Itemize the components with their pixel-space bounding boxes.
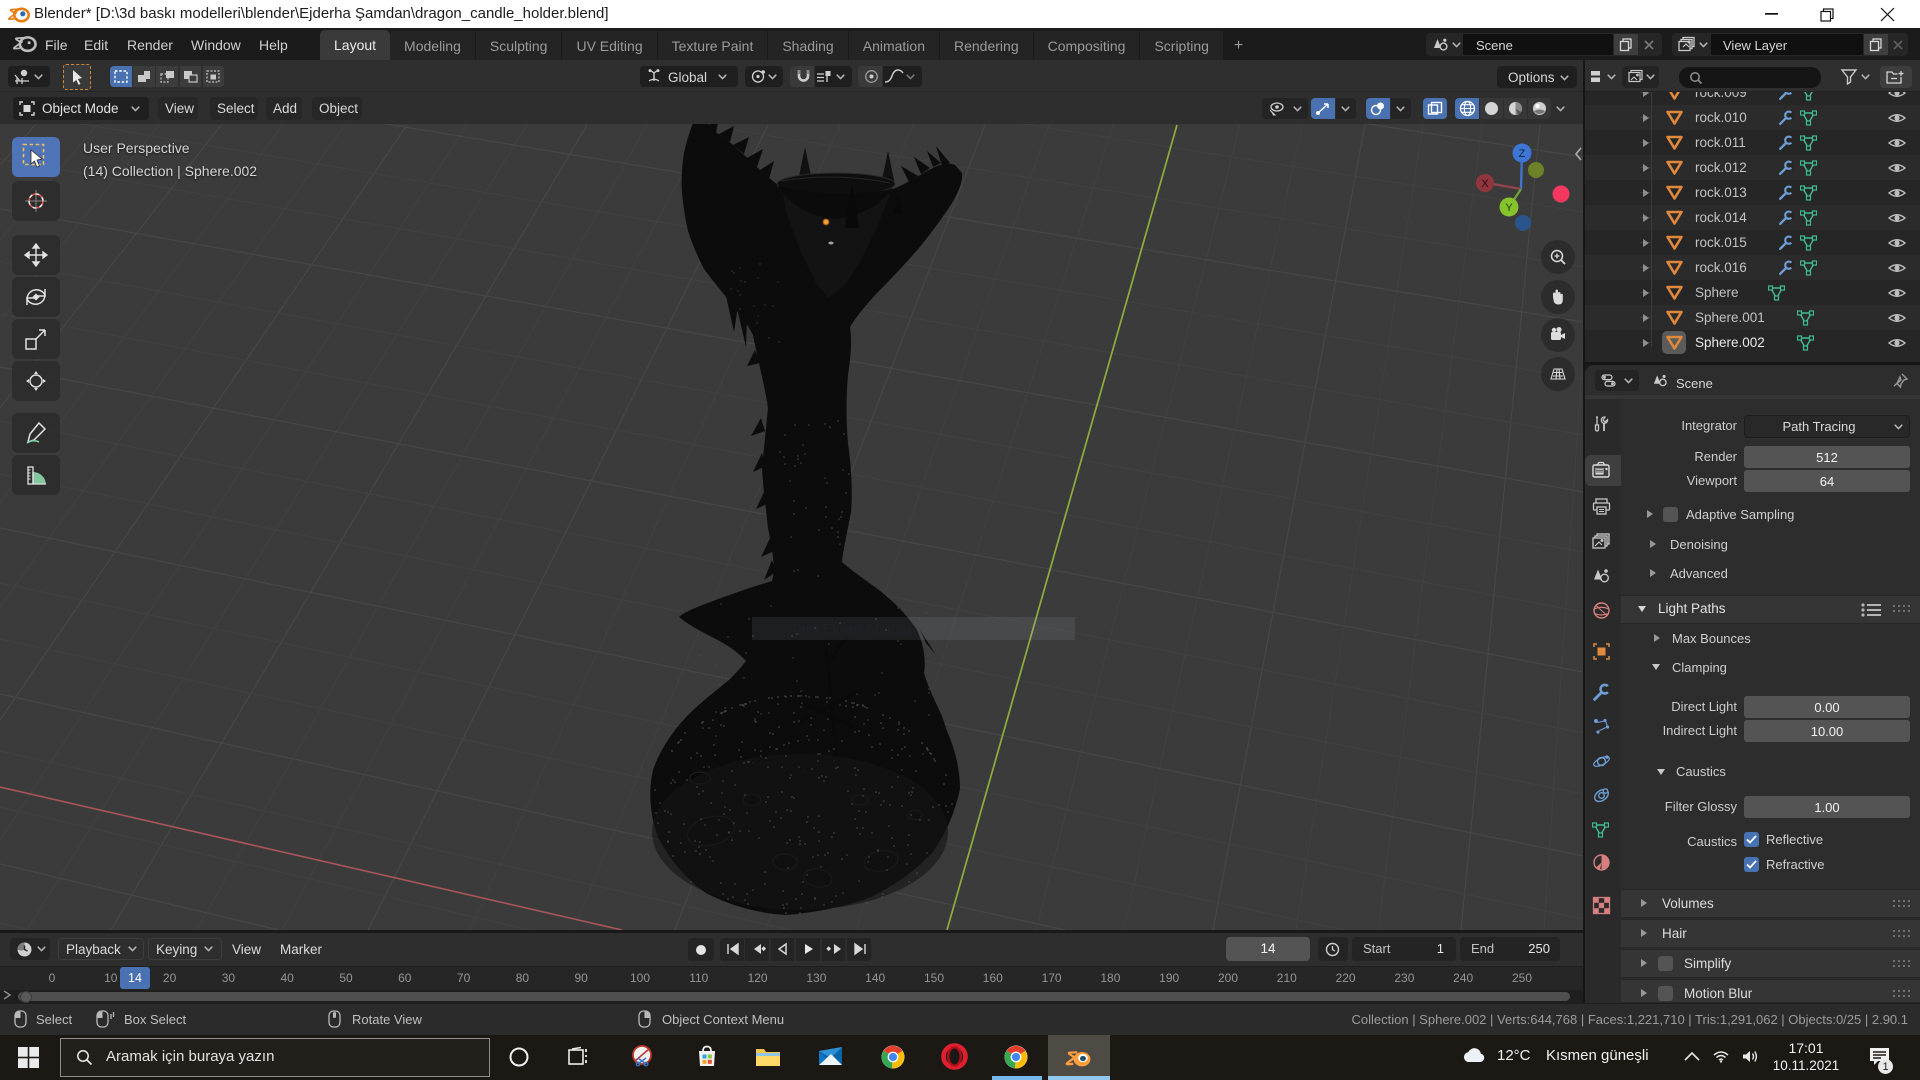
- svg-text:Y: Y: [1505, 202, 1513, 214]
- svg-text:Z: Z: [1519, 148, 1526, 160]
- svg-text:X: X: [1481, 178, 1489, 190]
- svg-text:Tam Ekran Alıntısı: Tam Ekran Alıntısı: [790, 621, 911, 638]
